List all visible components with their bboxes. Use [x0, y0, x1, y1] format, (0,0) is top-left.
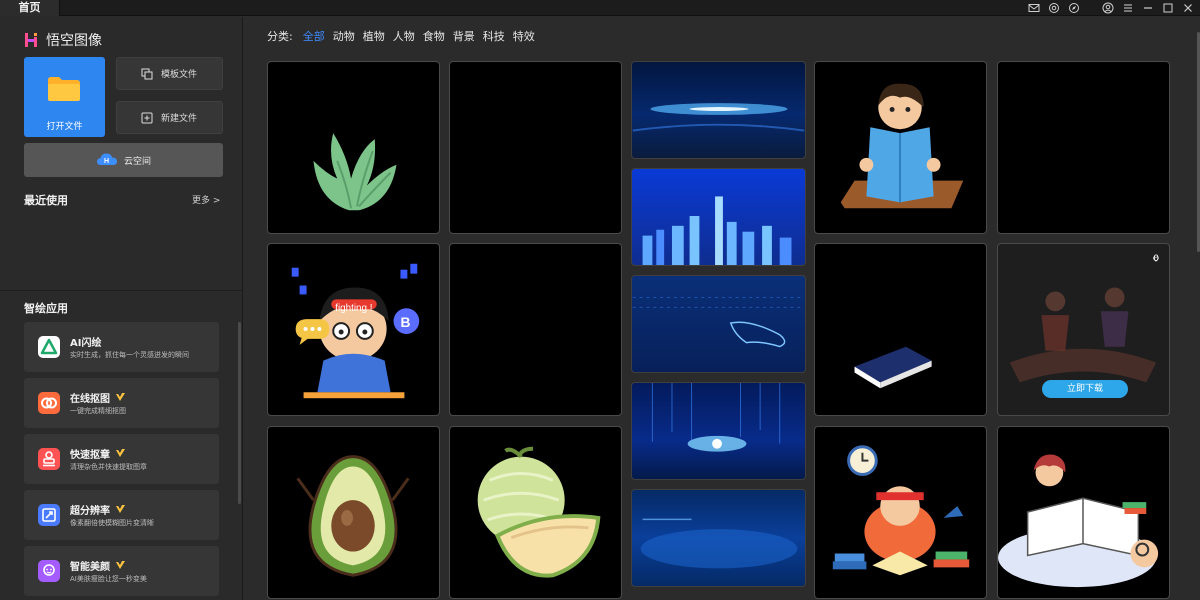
like-count[interactable]: 0: [1153, 254, 1159, 264]
cloud-icon: H: [96, 152, 118, 169]
category-plants[interactable]: 植物: [363, 28, 385, 44]
plus-icon: [141, 112, 153, 124]
sidebar: 悟空图像 打开文件 模板文件 新建文件 H 云空间 最近使用 更多 > 智绘应用…: [0, 17, 243, 600]
image-tile-girl-reading[interactable]: [997, 426, 1170, 599]
app-desc: 清理杂色并快速提取图章: [70, 463, 147, 471]
image-tile-blank-2[interactable]: [449, 243, 622, 416]
fighting-text: fighting !: [335, 303, 372, 314]
background-tile-1[interactable]: [631, 61, 806, 159]
title-bar: 首页: [0, 0, 1200, 16]
divider: [0, 290, 242, 291]
image-tile-kids-book[interactable]: 0 立即下载: [997, 243, 1170, 416]
category-people[interactable]: 人物: [393, 28, 415, 44]
vip-icon: [116, 561, 125, 570]
user-icon[interactable]: [1102, 2, 1114, 14]
app-desc: AI美肤瘦脸让您一秒变美: [70, 575, 147, 583]
app-logo: 悟空图像: [24, 30, 102, 50]
stamp-icon: [38, 448, 60, 470]
target-icon[interactable]: [1048, 2, 1060, 14]
vip-icon: [116, 505, 125, 514]
category-food[interactable]: 食物: [423, 28, 445, 44]
category-background[interactable]: 背景: [453, 28, 475, 44]
image-tile-avocado[interactable]: [267, 426, 440, 599]
background-tile-5[interactable]: [631, 489, 806, 587]
image-tile-blank-3[interactable]: [997, 61, 1170, 234]
apps-title: 智绘应用: [24, 302, 68, 315]
cloud-space-label: 云空间: [123, 156, 151, 167]
super-resolution-icon: [38, 504, 60, 526]
compass-icon[interactable]: [1068, 2, 1080, 14]
folder-icon: [48, 77, 80, 101]
category-tech[interactable]: 科技: [483, 28, 505, 44]
main-content: 分类: 全部 动物 植物 人物 食物 背景 科技 特效 B fighting !: [244, 17, 1200, 600]
app-title: 智能美颜: [70, 558, 125, 573]
category-animals[interactable]: 动物: [333, 28, 355, 44]
image-tile-plant[interactable]: [267, 61, 440, 234]
category-effects[interactable]: 特效: [513, 28, 535, 44]
image-tile-melon[interactable]: [449, 426, 622, 599]
cutout-icon: [38, 392, 60, 414]
template-file-button[interactable]: 模板文件: [116, 57, 223, 90]
open-file-label: 打开文件: [46, 122, 83, 132]
menu-icon[interactable]: [1122, 2, 1134, 14]
vip-icon: [116, 393, 125, 402]
app-card-online-cutout[interactable]: 在线抠图 一键完成精细抠图: [24, 378, 219, 428]
app-name: 悟空图像: [46, 33, 102, 49]
app-title: 超分辨率: [70, 502, 125, 517]
ai-flash-icon: [38, 336, 60, 358]
tab-home[interactable]: 首页: [0, 0, 60, 16]
window-controls: [1028, 0, 1194, 16]
beauty-icon: [38, 560, 60, 582]
app-card-ai-flash[interactable]: AI闪绘 实时生成，抓住每一个灵感迸发的瞬间: [24, 322, 219, 372]
svg-text:B: B: [400, 314, 410, 330]
logo-icon: [24, 32, 40, 48]
app-desc: 像素翻倍使模糊图片变清晰: [70, 519, 154, 527]
mail-icon[interactable]: [1028, 2, 1040, 14]
background-tile-2[interactable]: [631, 168, 806, 266]
app-title: 在线抠图: [70, 390, 125, 405]
image-tile-reading-boy[interactable]: [814, 61, 987, 234]
more-link[interactable]: 更多 >: [192, 193, 220, 206]
image-tile-book[interactable]: [814, 243, 987, 416]
app-title: 快速抠章: [70, 446, 125, 461]
app-desc: 实时生成，抓住每一个灵感迸发的瞬间: [70, 351, 189, 359]
svg-text:H: H: [104, 158, 109, 165]
separator: [1088, 2, 1094, 14]
app-card-stamp-extract[interactable]: 快速抠章 清理杂色并快速提取图章: [24, 434, 219, 484]
template-icon: [141, 68, 153, 80]
image-tile-study-boy[interactable]: [814, 426, 987, 599]
template-file-label: 模板文件: [161, 70, 198, 80]
maximize-icon[interactable]: [1162, 2, 1174, 14]
app-card-super-resolution[interactable]: 超分辨率 像素翻倍使模糊图片变清晰: [24, 490, 219, 540]
background-tile-3[interactable]: [631, 275, 806, 373]
new-file-button[interactable]: 新建文件: [116, 101, 223, 134]
close-icon[interactable]: [1182, 2, 1194, 14]
category-bar: 分类: 全部 动物 植物 人物 食物 背景 科技 特效: [267, 28, 535, 44]
app-desc: 一键完成精细抠图: [70, 407, 126, 415]
heart-icon: [1153, 256, 1159, 262]
minimize-icon[interactable]: [1142, 2, 1154, 14]
download-button[interactable]: 立即下载: [1042, 380, 1128, 398]
cloud-space-button[interactable]: H 云空间: [24, 143, 223, 177]
image-tile-fighting-boy[interactable]: B fighting !: [267, 243, 440, 416]
vip-icon: [116, 449, 125, 458]
category-all[interactable]: 全部: [303, 28, 325, 44]
open-file-button[interactable]: 打开文件: [24, 57, 105, 137]
recent-title: 最近使用: [24, 194, 68, 207]
new-file-label: 新建文件: [161, 114, 198, 124]
category-label: 分类:: [267, 30, 293, 43]
app-card-smart-beauty[interactable]: 智能美颜 AI美肤瘦脸让您一秒变美: [24, 546, 219, 596]
image-tile-blank-1[interactable]: [449, 61, 622, 234]
background-tile-4[interactable]: [631, 382, 806, 480]
app-title: AI闪绘: [70, 338, 102, 349]
sidebar-scrollbar[interactable]: [238, 322, 241, 504]
